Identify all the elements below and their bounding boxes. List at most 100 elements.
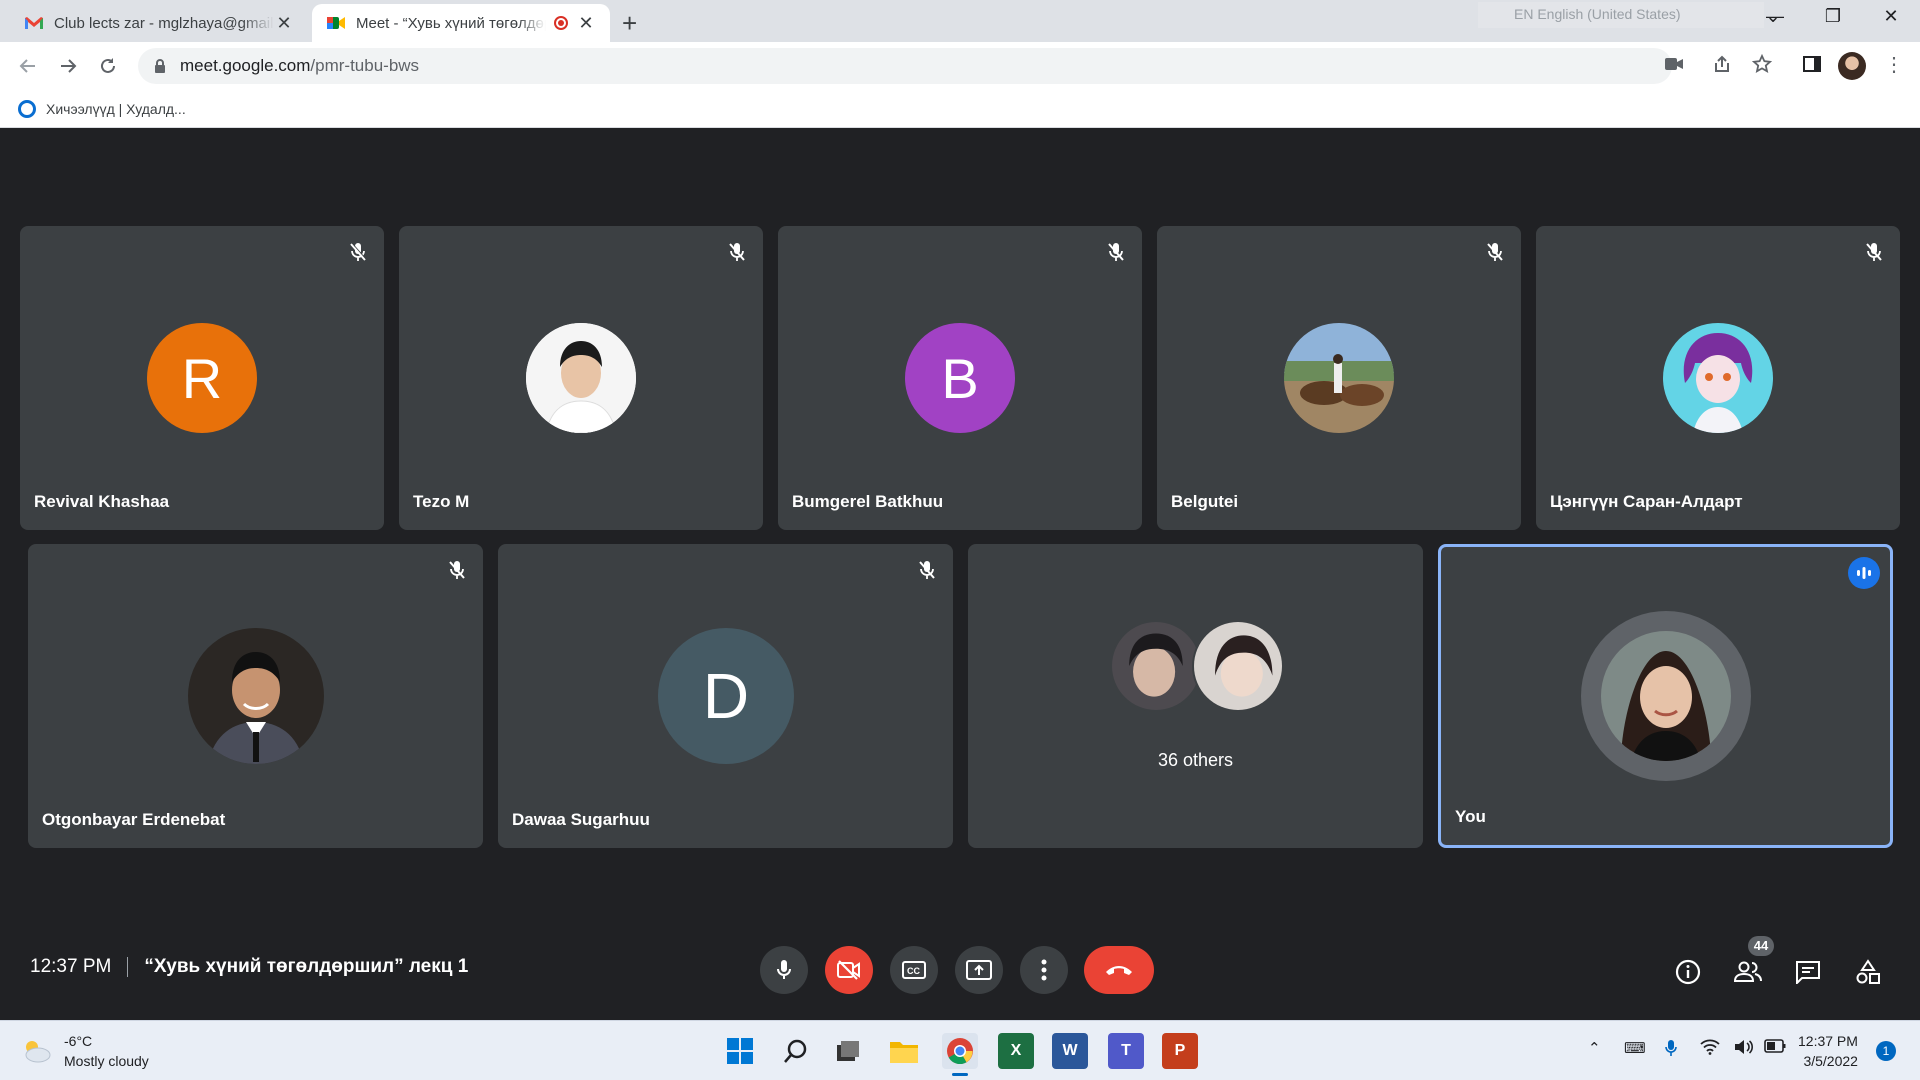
captions-button[interactable]: CC bbox=[890, 946, 938, 994]
weather-desc: Mostly cloudy bbox=[64, 1053, 149, 1069]
file-explorer-button[interactable] bbox=[886, 1033, 922, 1069]
meeting-title: “Хувь хүний төгөлдөршил” лекц 1 bbox=[144, 956, 469, 977]
battery-icon[interactable] bbox=[1764, 1039, 1786, 1057]
more-vert-icon bbox=[1041, 959, 1047, 981]
tab-meet[interactable]: Meet - “Хувь хүний төгөлдөршил” ✕ bbox=[312, 4, 610, 42]
back-arrow-icon bbox=[19, 59, 35, 73]
meeting-details-button[interactable] bbox=[1668, 952, 1708, 992]
task-view-icon bbox=[837, 1041, 859, 1061]
participant-name: Revival Khashaa bbox=[34, 492, 170, 511]
show-hidden-icons-button[interactable]: ⌃ bbox=[1588, 1039, 1601, 1057]
avatar-photo bbox=[188, 628, 324, 764]
system-date: 3/5/2022 bbox=[1803, 1053, 1858, 1069]
present-screen-button[interactable] bbox=[955, 946, 1003, 994]
participant-tile[interactable]: Belgutei bbox=[1157, 226, 1521, 530]
chrome-button[interactable] bbox=[942, 1033, 978, 1069]
tab-title: Club lects zar - mglzhaya@gmail.com bbox=[54, 14, 274, 32]
avatar-ring bbox=[1581, 611, 1751, 781]
avatar-photo bbox=[1110, 620, 1202, 712]
activities-button[interactable] bbox=[1848, 952, 1888, 992]
url-text: meet.google.com/pmr-tubu-bws bbox=[180, 56, 419, 76]
profile-avatar[interactable] bbox=[1838, 52, 1866, 80]
teams-button[interactable]: T bbox=[1108, 1033, 1144, 1069]
bookmark-favicon-icon bbox=[18, 99, 36, 118]
speaking-indicator-icon bbox=[1848, 557, 1880, 589]
meet-icon bbox=[326, 13, 346, 33]
notification-badge[interactable]: 1 bbox=[1876, 1041, 1896, 1061]
new-tab-button[interactable]: + bbox=[622, 8, 637, 39]
chat-button[interactable] bbox=[1788, 952, 1828, 992]
tab-gmail[interactable]: Club lects zar - mglzhaya@gmail.com ✕ bbox=[10, 4, 308, 42]
tab-close-icon[interactable]: ✕ bbox=[576, 13, 596, 34]
avatar: B bbox=[905, 323, 1015, 433]
side-panel-icon[interactable] bbox=[1798, 50, 1826, 78]
participant-tile[interactable]: Цэнгүүн Саран-Алдарт bbox=[1536, 226, 1900, 530]
search-button[interactable] bbox=[778, 1033, 814, 1069]
avatar: R bbox=[147, 323, 257, 433]
participant-name: Bumgerel Batkhuu bbox=[792, 492, 944, 511]
minimize-button[interactable]: — bbox=[1752, 6, 1798, 34]
start-button[interactable] bbox=[722, 1033, 758, 1069]
mic-off-icon bbox=[443, 556, 471, 584]
search-icon bbox=[784, 1039, 807, 1063]
address-bar[interactable]: meet.google.com/pmr-tubu-bws bbox=[138, 48, 1672, 84]
participant-tile[interactable]: Tezo M bbox=[399, 226, 763, 530]
participant-name: Otgonbayar Erdenebat bbox=[42, 810, 226, 829]
lock-icon bbox=[155, 59, 165, 73]
mic-off-icon bbox=[913, 556, 941, 584]
task-view-button[interactable] bbox=[830, 1033, 866, 1069]
participant-name: You bbox=[1455, 807, 1486, 826]
participant-tile[interactable]: Otgonbayar Erdenebat bbox=[28, 544, 483, 848]
mic-off-icon bbox=[344, 238, 372, 266]
tab-close-icon[interactable]: ✕ bbox=[274, 13, 294, 34]
meeting-time: 12:37 PM bbox=[30, 956, 112, 977]
system-clock[interactable]: 12:37 PM 3/5/2022 bbox=[1798, 1031, 1858, 1071]
recording-icon bbox=[554, 16, 568, 30]
people-button[interactable] bbox=[1728, 952, 1768, 992]
restore-button[interactable]: ❐ bbox=[1810, 6, 1856, 34]
browser-toolbar: meet.google.com/pmr-tubu-bws bbox=[0, 42, 1920, 90]
excel-button[interactable]: X bbox=[998, 1033, 1034, 1069]
cloudy-icon bbox=[25, 1041, 51, 1063]
people-icon bbox=[1733, 961, 1762, 982]
participant-tile[interactable]: B Bumgerel Batkhuu bbox=[778, 226, 1142, 530]
forward-button[interactable] bbox=[52, 50, 84, 82]
forward-arrow-icon bbox=[61, 59, 77, 73]
mic-off-icon bbox=[723, 238, 751, 266]
wifi-icon[interactable] bbox=[1700, 1039, 1720, 1059]
close-window-button[interactable]: ✕ bbox=[1868, 6, 1914, 34]
leave-call-button[interactable] bbox=[1084, 946, 1154, 994]
camera-in-use-icon[interactable] bbox=[1660, 50, 1688, 78]
bookmarks-bar: Хичээлүүд | Худалд... bbox=[0, 90, 1920, 128]
divider bbox=[127, 957, 129, 977]
activities-icon bbox=[1856, 959, 1880, 984]
bookmark-star-icon[interactable] bbox=[1748, 50, 1776, 78]
url-host: meet.google.com bbox=[180, 56, 311, 75]
reload-button[interactable] bbox=[92, 50, 124, 82]
captions-icon: CC bbox=[902, 961, 926, 979]
avatar-photo bbox=[1601, 631, 1731, 761]
participant-name: Belgutei bbox=[1171, 492, 1239, 511]
microphone-button[interactable] bbox=[760, 946, 808, 994]
people-count-badge: 44 bbox=[1748, 936, 1774, 956]
weather-widget[interactable]: -6°C Mostly cloudy bbox=[20, 1031, 149, 1071]
more-options-button[interactable] bbox=[1020, 946, 1068, 994]
share-icon[interactable] bbox=[1708, 50, 1736, 78]
word-button[interactable]: W bbox=[1052, 1033, 1088, 1069]
powerpoint-button[interactable]: P bbox=[1162, 1033, 1198, 1069]
participant-tile[interactable]: R Revival Khashaa bbox=[20, 226, 384, 530]
bookmark-item[interactable]: Хичээлүүд | Худалд... bbox=[46, 101, 186, 117]
avatar-photo bbox=[526, 323, 636, 433]
back-button[interactable] bbox=[12, 50, 44, 82]
active-app-indicator bbox=[952, 1073, 968, 1076]
keyboard-icon[interactable]: ⌨ bbox=[1624, 1039, 1646, 1057]
svg-text:CC: CC bbox=[907, 966, 920, 976]
browser-menu-icon[interactable]: ⋮ bbox=[1884, 52, 1904, 77]
volume-icon[interactable] bbox=[1734, 1039, 1754, 1059]
camera-toggle-button[interactable] bbox=[825, 946, 873, 994]
self-tile[interactable]: You bbox=[1438, 544, 1893, 848]
avatar-photo bbox=[1663, 323, 1773, 433]
participant-tile[interactable]: D Dawaa Sugarhuu bbox=[498, 544, 953, 848]
others-tile[interactable]: 36 others bbox=[968, 544, 1423, 848]
microphone-tray-icon[interactable] bbox=[1664, 1039, 1678, 1061]
